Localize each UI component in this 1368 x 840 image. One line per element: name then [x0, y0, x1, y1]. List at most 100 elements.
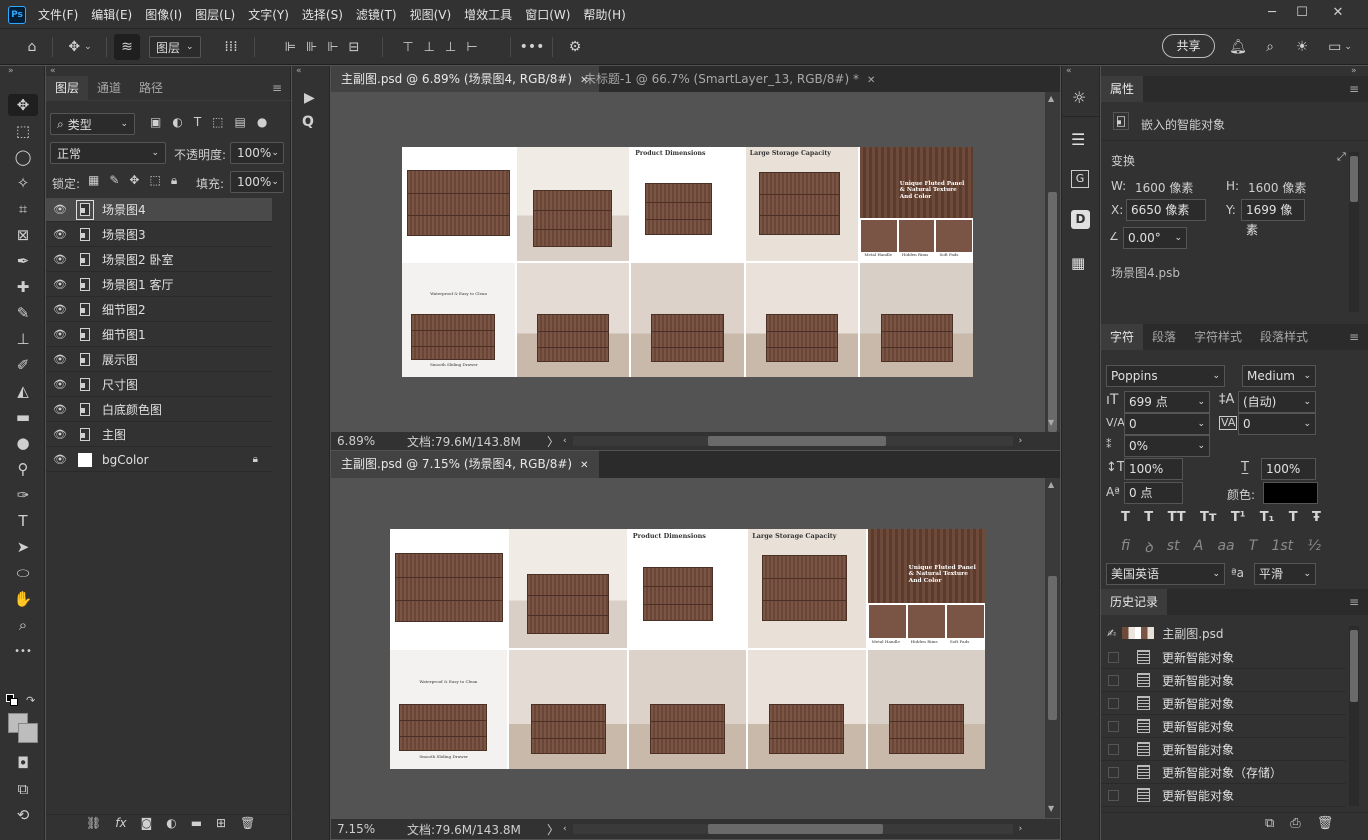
- type-style-button[interactable]: TT: [1168, 510, 1186, 525]
- blend-mode-dropdown[interactable]: 正常 ⌄: [50, 142, 166, 164]
- filter-smart-icon[interactable]: ▤: [235, 115, 246, 129]
- more-options-icon[interactable]: •••: [520, 29, 545, 65]
- history-state[interactable]: 更新智能对象: [1101, 669, 1346, 692]
- visibility-eye-icon[interactable]: 👁︎: [46, 403, 74, 416]
- status-arrow-icon[interactable]: 〉: [547, 821, 563, 838]
- glyph-panel-icon[interactable]: G: [1071, 170, 1089, 188]
- opentype-button[interactable]: st: [1167, 538, 1180, 557]
- visibility-eye-icon[interactable]: 👁︎: [46, 428, 74, 441]
- home-icon[interactable]: ⌂: [18, 29, 46, 65]
- ellipse-icon[interactable]: ⬭: [8, 562, 38, 584]
- properties-scrollbar[interactable]: [1349, 152, 1359, 312]
- auto-select-icon[interactable]: ≋: [114, 34, 140, 60]
- hand-icon[interactable]: ✋: [8, 588, 38, 610]
- visibility-eye-icon[interactable]: 👁︎: [46, 328, 74, 341]
- magic-wand-icon[interactable]: ✧: [8, 172, 38, 194]
- layer-row[interactable]: 👁︎ 细节图2: [46, 298, 272, 322]
- leading-input[interactable]: (自动) ⌄: [1238, 391, 1316, 413]
- tab-layers[interactable]: 图层: [46, 76, 89, 100]
- lock-all-icon[interactable]: 🔒︎: [171, 173, 177, 188]
- menu-item[interactable]: 文件(F): [38, 6, 78, 23]
- history-checkbox[interactable]: [1108, 766, 1119, 778]
- menu-item[interactable]: 文字(Y): [248, 6, 289, 23]
- visibility-eye-icon[interactable]: 👁︎: [46, 453, 74, 466]
- layer-row[interactable]: 👁︎ 展示图: [46, 348, 272, 372]
- zoom-icon[interactable]: ⌕: [8, 614, 38, 636]
- doc-tab-untitled[interactable]: 未标题-1 @ 66.7% (SmartLayer_13, RGB/8#) * ✕: [574, 66, 885, 92]
- layer-row[interactable]: 👁︎ 场景图2 卧室: [46, 248, 272, 272]
- history-state[interactable]: 更新智能对象: [1101, 784, 1346, 807]
- healing-icon[interactable]: ✚: [8, 276, 38, 298]
- layer-row[interactable]: 👁︎ 细节图1: [46, 323, 272, 347]
- history-state[interactable]: 更新智能对象: [1101, 715, 1346, 738]
- history-brush-source-icon[interactable]: ✍: [1107, 627, 1116, 640]
- close-tab-icon[interactable]: ✕: [867, 75, 875, 86]
- menu-item[interactable]: 滤镜(T): [356, 6, 397, 23]
- properties-menu-icon[interactable]: ≡: [1340, 76, 1368, 102]
- history-checkbox[interactable]: [1108, 651, 1119, 663]
- language-dropdown[interactable]: 美国英语 ⌄: [1106, 563, 1225, 585]
- layer-row[interactable]: 👁︎ 场景图4: [46, 198, 272, 222]
- scroll-right-icon[interactable]: ›: [1019, 824, 1023, 834]
- eraser-icon[interactable]: ◭: [8, 380, 38, 402]
- new-group-icon[interactable]: ▬: [191, 816, 202, 830]
- brush-icon[interactable]: ✎: [8, 302, 38, 324]
- zoom-level[interactable]: 6.89%: [337, 434, 407, 448]
- menu-item[interactable]: 图像(I): [145, 6, 182, 23]
- collapse-right-icon[interactable]: »: [1351, 66, 1357, 76]
- align-icons[interactable]: ⊫⊪⊩⊟: [262, 29, 392, 65]
- reset-transform-icon[interactable]: ⤢: [1337, 150, 1346, 164]
- tab-channels[interactable]: 通道: [88, 76, 130, 100]
- properties-panel-icon[interactable]: ☰: [1071, 130, 1085, 149]
- width-value[interactable]: 1600 像素: [1135, 179, 1193, 196]
- type-style-button[interactable]: T: [1289, 510, 1298, 525]
- text-color-swatch[interactable]: [1263, 482, 1318, 504]
- character-menu-icon[interactable]: ≡: [1340, 324, 1368, 350]
- tab-para-styles[interactable]: 段落样式: [1251, 324, 1317, 350]
- canvas-area-bottom[interactable]: Product Dimensions Large Storage Capacity…: [331, 478, 1045, 818]
- menu-item[interactable]: 帮助(H): [583, 6, 625, 23]
- bell-icon[interactable]: 🔔︎: [1226, 29, 1250, 65]
- type-icon[interactable]: T: [8, 510, 38, 532]
- canvas-image-top[interactable]: Product Dimensions Large Storage Capacity…: [402, 147, 973, 377]
- tab-history[interactable]: 历史记录: [1101, 589, 1168, 615]
- filter-shape-icon[interactable]: ⬚: [212, 115, 223, 129]
- type-style-button[interactable]: T¹: [1231, 510, 1246, 525]
- new-layer-icon[interactable]: ⊞: [216, 816, 226, 830]
- history-scrollbar[interactable]: [1349, 626, 1359, 806]
- content-aware-icon[interactable]: ⟲: [8, 804, 38, 826]
- lock-transparent-icon[interactable]: ▦: [88, 173, 99, 188]
- tab-paragraph[interactable]: 段落: [1143, 324, 1185, 350]
- visibility-eye-icon[interactable]: 👁︎: [46, 353, 74, 366]
- height-value[interactable]: 1600 像素: [1248, 179, 1306, 196]
- link-layers-icon[interactable]: ⛓: [86, 816, 101, 830]
- font-size-input[interactable]: 699 点 ⌄: [1124, 391, 1210, 413]
- opentype-button[interactable]: aa: [1217, 538, 1234, 557]
- tracking-input[interactable]: 0 ⌄: [1238, 413, 1316, 435]
- marquee-icon[interactable]: ⬚: [8, 120, 38, 142]
- move-icon[interactable]: ✥: [8, 94, 38, 116]
- layer-filter-dropdown[interactable]: ⌕ 类型 ⌄: [50, 113, 135, 135]
- canvas-area-top[interactable]: Product Dimensions Large Storage Capacity…: [331, 92, 1045, 432]
- horizontal-scrollbar-top[interactable]: [572, 436, 1013, 446]
- type-style-button[interactable]: Ŧ: [1312, 510, 1321, 525]
- gear-icon[interactable]: ⚙: [562, 29, 588, 65]
- x-input[interactable]: 6650 像素: [1126, 199, 1206, 221]
- layer-row[interactable]: 👁︎ bgColor 🔒︎: [46, 448, 272, 472]
- path-select-icon[interactable]: ➤: [8, 536, 38, 558]
- tab-paths[interactable]: 路径: [130, 76, 172, 100]
- visibility-eye-icon[interactable]: 👁︎: [46, 253, 74, 266]
- collapse-icon[interactable]: »: [8, 66, 14, 76]
- zoom-level-2[interactable]: 7.15%: [337, 822, 407, 836]
- status-arrow-icon[interactable]: 〉: [547, 433, 563, 450]
- doc-tab-main-2[interactable]: 主副图.psd @ 7.15% (场景图4, RGB/8#) ✕: [331, 451, 599, 478]
- visibility-eye-icon[interactable]: 👁︎: [46, 203, 74, 216]
- close-icon[interactable]: ✕: [1320, 0, 1356, 29]
- menu-item[interactable]: 选择(S): [302, 6, 343, 23]
- screen-mode-icon[interactable]: ⧉: [8, 778, 38, 800]
- eyedropper-icon[interactable]: ✒: [8, 250, 38, 272]
- history-checkbox[interactable]: [1108, 697, 1119, 709]
- transform-controls-icon[interactable]: ⁞⁞⁞: [218, 29, 244, 65]
- menu-item[interactable]: 窗口(W): [525, 6, 570, 23]
- opentype-button[interactable]: A: [1194, 538, 1204, 557]
